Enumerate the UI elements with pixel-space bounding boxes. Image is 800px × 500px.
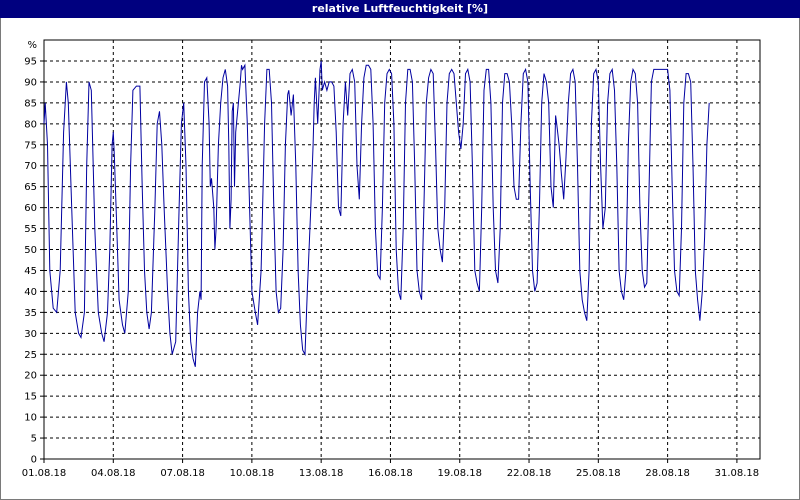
y-tick-label: 55: [24, 224, 37, 235]
y-tick-label: 80: [24, 119, 37, 130]
x-tick-label: 04.08.18: [91, 468, 136, 479]
y-tick-label: 50: [24, 245, 37, 256]
y-tick-label: 30: [24, 329, 37, 340]
y-axis-unit: %: [27, 40, 37, 51]
y-tick-label: 0: [31, 455, 37, 466]
y-tick-label: 40: [24, 287, 37, 298]
y-tick-label: 35: [24, 308, 37, 319]
y-tick-label: 15: [24, 392, 37, 403]
x-tick-label: 28.08.18: [645, 468, 690, 479]
y-tick-label: 95: [24, 57, 37, 68]
x-tick-label: 22.08.18: [507, 468, 552, 479]
x-tick-label: 19.08.18: [437, 468, 482, 479]
x-tick-label: 07.08.18: [160, 468, 205, 479]
y-tick-label: 10: [24, 413, 37, 424]
y-tick-label: 20: [24, 371, 37, 382]
x-tick-label: 01.08.18: [22, 468, 67, 479]
y-tick-label: 70: [24, 161, 37, 172]
y-tick-label: 65: [24, 182, 37, 193]
y-tick-label: 25: [24, 350, 37, 361]
humidity-chart: 0 5 10 15 20 25 30 35 40 45 50 55 60 65 70 75 80 85 90 95% 0…: [22, 39, 761, 479]
x-tick-label: 10.08.18: [230, 468, 275, 479]
y-tick-label: 75: [24, 140, 37, 151]
y-tick-label: 45: [24, 266, 37, 277]
y-tick-label: 5: [31, 434, 37, 445]
x-tick-label: 16.08.18: [368, 468, 413, 479]
y-tick-label: 90: [24, 77, 37, 88]
y-tick-label: 60: [24, 203, 37, 214]
x-tick-label: 31.08.18: [715, 468, 760, 479]
x-tick-label: 25.08.18: [576, 468, 621, 479]
y-tick-label: 85: [24, 98, 37, 109]
x-tick-label: 13.08.18: [299, 468, 344, 479]
